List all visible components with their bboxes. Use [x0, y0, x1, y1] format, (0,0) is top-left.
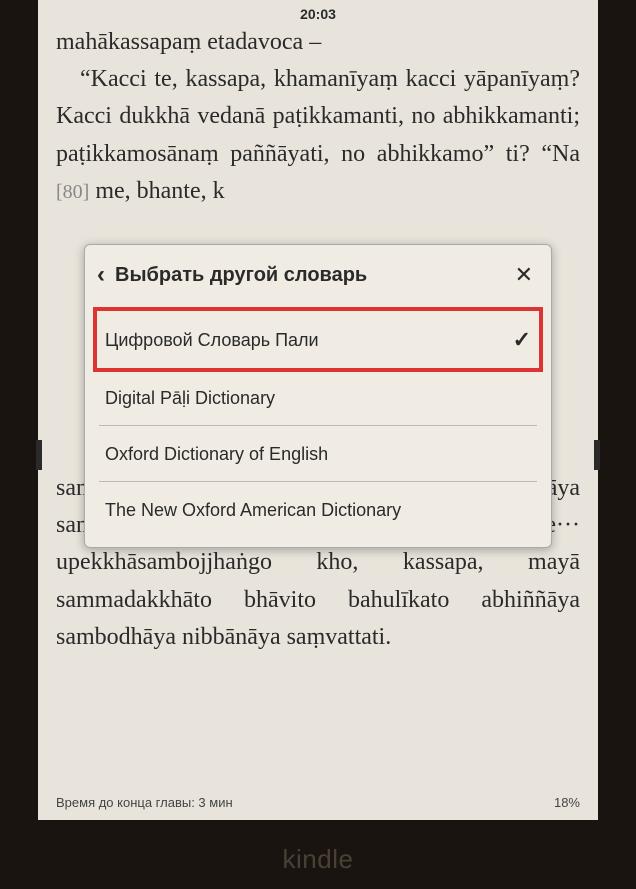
dict-label: Цифровой Словарь Пали — [105, 330, 319, 351]
dict-item[interactable]: The New Oxford American Dictionary — [99, 482, 537, 537]
dict-label: Oxford Dictionary of English — [105, 444, 328, 465]
text-body: “Kacci te, kassapa, khamanīyaṃ kacci yāp… — [56, 61, 580, 210]
dict-item-selected[interactable]: Цифровой Словарь Пали ✓ — [95, 309, 541, 370]
text-line: mahākassapaṃ etadavoca – — [56, 24, 580, 61]
status-bar: 20:03 — [38, 0, 598, 24]
dict-item[interactable]: Digital Pāḷi Dictionary — [99, 370, 537, 426]
clock-time: 20:03 — [300, 6, 336, 22]
dict-label: Digital Pāḷi Dictionary — [105, 388, 275, 409]
popup-header: ‹ Выбрать другой словарь ✕ — [85, 245, 551, 309]
dictionary-list: Цифровой Словарь Пали ✓ Digital Pāḷi Dic… — [85, 309, 551, 537]
brand-logo: kindle — [0, 844, 636, 875]
close-icon[interactable]: ✕ — [511, 264, 537, 286]
back-icon[interactable]: ‹ — [95, 263, 115, 287]
dictionary-select-popup: ‹ Выбрать другой словарь ✕ Цифровой Слов… — [84, 244, 552, 548]
popup-title: Выбрать другой словарь — [115, 264, 511, 287]
page-turn-right[interactable] — [594, 440, 600, 470]
footer-bar: Время до конца главы: 3 мин 18% — [38, 791, 598, 820]
progress-percent: 18% — [554, 795, 580, 810]
check-icon: ✓ — [513, 327, 531, 353]
reference-number: [80] — [56, 181, 89, 203]
time-left-label: Время до конца главы: 3 мин — [56, 795, 233, 810]
page-turn-left[interactable] — [36, 440, 42, 470]
dict-item[interactable]: Oxford Dictionary of English — [99, 426, 537, 482]
dict-label: The New Oxford American Dictionary — [105, 500, 401, 521]
